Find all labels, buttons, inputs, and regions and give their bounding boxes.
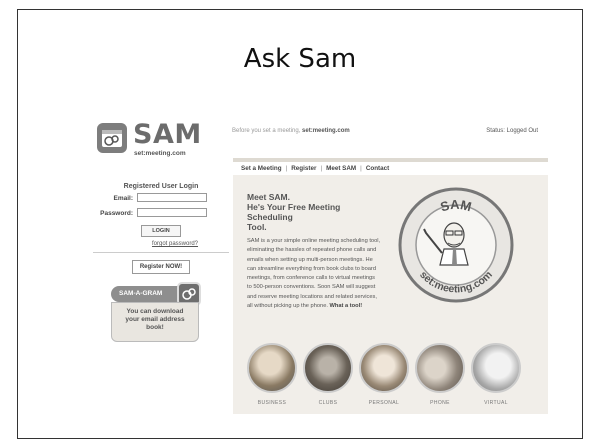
- slide: Ask Sam SAM set:meeting.com Before you s…: [17, 9, 583, 439]
- nav-separator: |: [285, 165, 288, 172]
- website-screenshot: SAM set:meeting.com Before you set a mee…: [87, 111, 548, 414]
- logo-subtitle: set:meeting.com: [134, 150, 186, 157]
- login-panel: Registered User Login Email: Password: L…: [93, 175, 229, 342]
- login-button[interactable]: LOGIN: [141, 225, 181, 237]
- login-status: Status: Logged Out: [486, 128, 538, 134]
- personal-photo[interactable]: [359, 343, 409, 393]
- login-title: Registered User Login: [123, 183, 199, 190]
- business-label: BUSINESS: [257, 400, 287, 406]
- samagram-promo[interactable]: SAM-A-GRAM You can download your email a…: [111, 282, 203, 342]
- svg-text:SAM: SAM: [439, 197, 474, 215]
- business-photo[interactable]: [247, 343, 297, 393]
- nav-separator: |: [320, 165, 323, 172]
- calendar-logo-icon: [97, 123, 127, 153]
- sam-mascot-badge: SAM set:meeting.com: [396, 185, 516, 305]
- email-label: Email:: [113, 195, 133, 202]
- logo-wordmark: SAM: [133, 119, 202, 150]
- email-field[interactable]: [137, 193, 207, 202]
- panel-divider: [93, 252, 229, 253]
- clubs-label: CLUBS: [318, 400, 338, 406]
- samagram-tab: SAM-A-GRAM: [111, 286, 179, 302]
- tagline-bold: What a tool!: [329, 303, 363, 310]
- password-label: Password:: [100, 210, 133, 217]
- nav-register[interactable]: Register: [291, 165, 316, 172]
- nav-contact[interactable]: Contact: [366, 165, 389, 172]
- phone-photo[interactable]: [415, 343, 465, 393]
- top-nav: Set a Meeting | Register | Meet SAM | Contact: [233, 163, 548, 175]
- virtual-label: VIRTUAL: [484, 400, 508, 406]
- phone-label: PHONE: [430, 400, 450, 406]
- nav-set-a-meeting[interactable]: Set a Meeting: [241, 165, 282, 172]
- header-tagline: Before you set a meeting, set:meeting.co…: [232, 128, 350, 134]
- slide-title: Ask Sam: [243, 44, 357, 74]
- main-description: SAM is a your simple online meeting sche…: [247, 238, 381, 310]
- nav-divider: [233, 158, 548, 162]
- virtual-photo[interactable]: [471, 343, 521, 393]
- register-now-button[interactable]: Register NOW!: [132, 260, 190, 274]
- password-field[interactable]: [137, 208, 207, 217]
- nav-meet-sam[interactable]: Meet SAM: [326, 165, 356, 172]
- clubs-photo[interactable]: [303, 343, 353, 393]
- main-headline: Meet SAM. He's Your Free Meeting Schedul…: [247, 192, 341, 232]
- personal-label: PERSONAL: [368, 400, 400, 406]
- nav-separator: |: [360, 165, 362, 172]
- forgot-password-link[interactable]: forgot password?: [121, 241, 229, 247]
- samagram-text: You can download your email address book…: [111, 302, 199, 342]
- sam-logo[interactable]: SAM set:meeting.com: [97, 119, 207, 159]
